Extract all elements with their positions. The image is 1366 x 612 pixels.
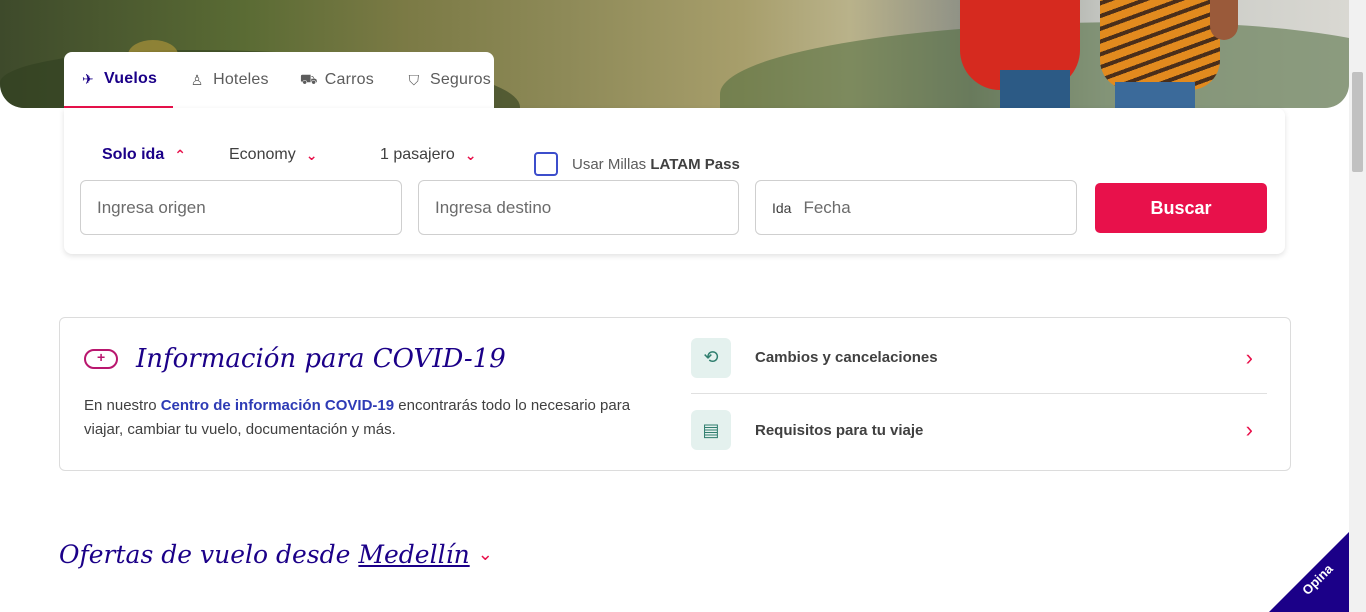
hero-person-jeans [1000,70,1070,108]
chevron-right-icon: › [1245,417,1253,442]
chevron-down-icon[interactable]: ⌄ [478,544,493,565]
tab-vuelos[interactable]: ✈ Vuelos [64,52,174,108]
passengers-value: 1 pasajero [380,146,455,163]
hero-person-jeans-2 [1115,82,1195,108]
origin-city-selector[interactable]: Medellín [358,540,469,569]
search-button[interactable]: Buscar [1095,183,1267,233]
cabin-value: Economy [229,146,296,163]
feedback-triangle [1269,532,1349,612]
offers-heading: Ofertas de vuelo desde Medellín ⌄ [59,540,493,569]
page-scrollbar[interactable] [1349,0,1366,612]
trip-type-value: Solo ida [102,146,165,163]
tab-label: Vuelos [104,70,158,87]
chevron-right-icon: › [1245,344,1253,370]
car-icon: ⛟ [299,70,318,87]
tab-label: Hoteles [213,71,269,88]
date-input[interactable]: Ida Fecha [755,180,1077,235]
use-miles-option[interactable]: Usar Millas LATAM Pass [534,152,740,176]
use-miles-checkbox[interactable] [534,152,558,176]
cabin-dropdown[interactable]: Economy ⌄ [229,146,317,164]
covid-description: En nuestro Centro de información COVID-1… [84,394,664,442]
covid-heading: Información para COVID-19 [84,344,506,374]
face-mask-icon [84,349,118,369]
tab-hoteles[interactable]: ♙ Hoteles [173,52,285,108]
feedback-tab[interactable]: Opina [1269,532,1349,612]
covid-text-start: En nuestro [84,397,161,414]
date-prefix: Ida [772,199,792,216]
hero-person-striped [1100,0,1220,90]
origin-input[interactable]: Ingresa origen [80,180,402,235]
changes-cancellations-label: Cambios y cancelaciones [755,349,938,366]
tab-label: Seguros [429,71,491,88]
covid-center-link[interactable]: Centro de información COVID-19 [161,397,394,414]
destination-input[interactable]: Ingresa destino [418,180,739,235]
scrollbar-thumb[interactable] [1352,72,1363,172]
chevron-down-icon: ⌄ [464,146,477,163]
tab-carros[interactable]: ⛟ Carros [285,52,390,108]
tab-seguros[interactable]: ⛉ Seguros [390,52,507,108]
origin-placeholder: Ingresa origen [97,197,206,217]
travel-requirements-link[interactable]: ▤ Requisitos para tu viaje › [691,394,1267,466]
covid-title: Información para COVID-19 [136,344,506,374]
document-id-icon: ▤ [691,410,731,450]
flight-search-form: Solo ida ⌃ Economy ⌄ 1 pasajero ⌄ Usar M… [64,108,1285,254]
trip-type-dropdown[interactable]: Solo ida ⌃ [102,146,186,164]
offers-prefix: Ofertas de vuelo desde [59,540,351,569]
chevron-down-icon: ⌄ [305,146,318,163]
use-miles-label: Usar Millas LATAM Pass [572,156,740,173]
tab-label: Carros [324,71,374,88]
plane-icon: ✈ [82,70,94,87]
exchange-icon: ⟲ [691,337,731,378]
shield-icon: ⛉ [408,71,420,88]
chevron-up-icon: ⌃ [174,146,186,163]
changes-cancellations-link[interactable]: ⟲ Cambios y cancelaciones › [691,322,1267,394]
bellhop-icon: ♙ [190,71,204,88]
covid-info-card: Información para COVID-19 En nuestro Cen… [59,317,1291,471]
destination-placeholder: Ingresa destino [435,197,552,217]
use-miles-brand: LATAM Pass [650,155,740,173]
use-miles-prefix: Usar Millas [572,155,651,173]
date-placeholder: Fecha [803,197,851,217]
product-tabs: ✈ Vuelos ♙ Hoteles ⛟ Carros ⛉ Seguros [64,52,494,108]
hero-arm [1210,0,1238,40]
travel-requirements-label: Requisitos para tu viaje [755,421,924,439]
passengers-dropdown[interactable]: 1 pasajero ⌄ [380,146,476,164]
